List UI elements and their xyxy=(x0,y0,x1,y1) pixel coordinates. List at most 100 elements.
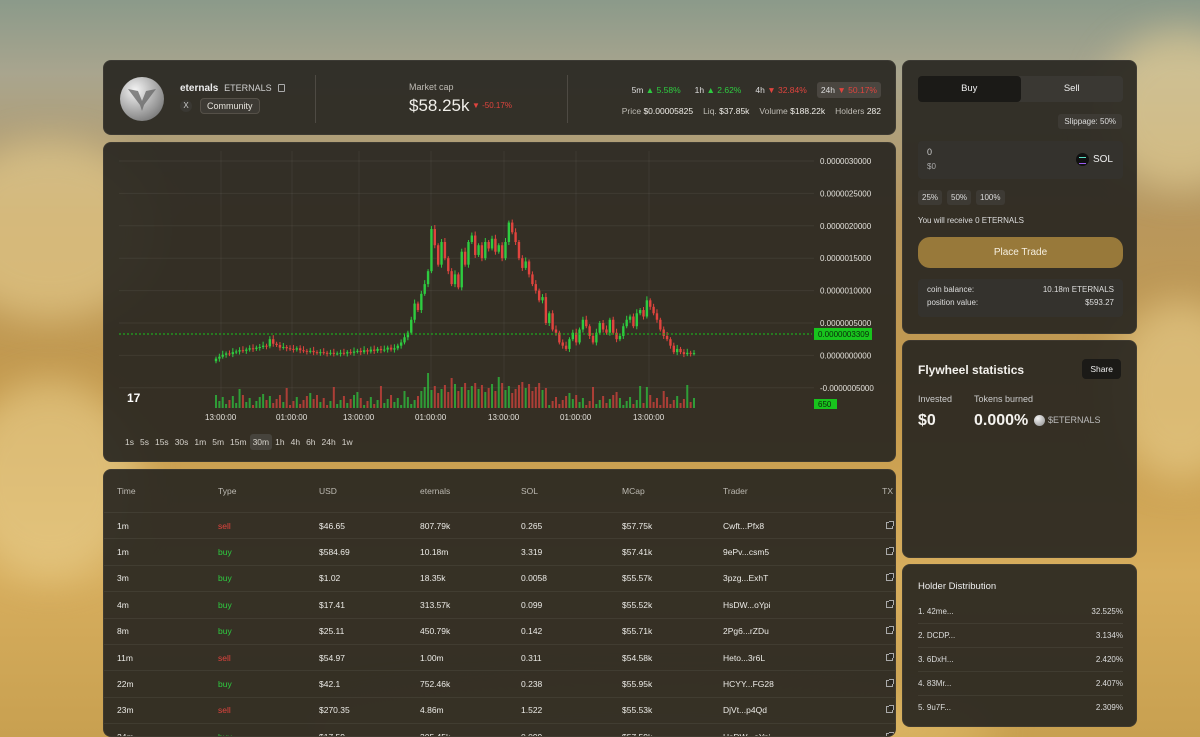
slippage-button[interactable]: Slippage: 50% xyxy=(1058,114,1122,129)
holder-row[interactable]: 1. 42me... 32.525% xyxy=(918,607,1123,616)
copy-icon[interactable] xyxy=(278,84,286,93)
timeframe-1h[interactable]: 1h xyxy=(272,434,287,450)
candle xyxy=(568,339,571,349)
table-row[interactable]: 11m sell $54.97 1.00m 0.311 $54.58k Heto...3r6… xyxy=(104,643,895,670)
candle xyxy=(655,313,659,320)
holder-row[interactable]: 2. DCDP... 3.134% xyxy=(918,631,1123,640)
timeframe-5m[interactable]: 5m xyxy=(209,434,227,450)
volume-bar xyxy=(289,405,292,408)
pct-25-button[interactable]: 25% xyxy=(918,190,943,205)
table-row[interactable]: 8m buy $25.11 450.79k 0.142 $55.71k 2Pg6...rZD… xyxy=(104,617,895,644)
timeframe-1s[interactable]: 1s xyxy=(122,434,137,450)
stat-24h[interactable]: 24h ▼ 50.17% xyxy=(816,82,881,98)
tradingview-logo[interactable]: 17 xyxy=(127,391,140,405)
amount-value[interactable]: 0 xyxy=(927,147,932,157)
volume-bar xyxy=(511,393,514,408)
stat-4h[interactable]: 4h ▼ 32.84% xyxy=(751,82,810,98)
external-link-icon[interactable] xyxy=(873,679,894,689)
volume-bar xyxy=(386,399,389,408)
timeframe-15m[interactable]: 15m xyxy=(227,434,250,450)
pct-100-button[interactable]: 100% xyxy=(976,190,1005,205)
candle xyxy=(517,242,521,259)
external-link-icon[interactable] xyxy=(873,547,894,557)
col-trader[interactable]: Trader xyxy=(723,486,873,496)
table-row[interactable]: 1m buy $584.69 10.18m 3.319 $57.41k 9ePv...csm… xyxy=(104,538,895,564)
volume-info: Volume $188.22k xyxy=(759,106,826,116)
table-row[interactable]: 1m sell $46.65 807.79k 0.265 $57.75k Cwft...Pf… xyxy=(104,512,895,538)
timeframe-selector: 1s 5s 15s 30s 1m 5m 15m 30m 1h 4h 6h 24h 1w xyxy=(122,434,356,450)
trade-trader[interactable]: Cwft...Pfx8 xyxy=(723,521,873,531)
buy-tab[interactable]: Buy xyxy=(918,76,1021,102)
candle xyxy=(638,310,642,314)
trade-trader[interactable]: HsDW...oYpi xyxy=(723,732,873,736)
candlestick-chart[interactable]: 0.0000030000 0.0000025000 0.0000020000 0.00… xyxy=(104,143,897,463)
candle xyxy=(430,229,433,272)
timeframe-15s[interactable]: 15s xyxy=(152,434,172,450)
trade-trader[interactable]: 9ePv...csm5 xyxy=(723,547,873,557)
col-type[interactable]: Type xyxy=(218,486,319,496)
external-link-icon[interactable] xyxy=(873,520,894,531)
col-time[interactable]: Time xyxy=(117,486,218,496)
timeframe-24h[interactable]: 24h xyxy=(319,434,339,450)
external-link-icon[interactable] xyxy=(873,705,894,715)
timeframe-6h[interactable]: 6h xyxy=(303,434,318,450)
trade-trader[interactable]: 3pzg...ExhT xyxy=(723,573,873,583)
timeframe-5s[interactable]: 5s xyxy=(137,434,152,450)
holder-row[interactable]: 5. 9u7F... 2.309% xyxy=(918,703,1123,712)
trade-trader[interactable]: HCYY...FG28 xyxy=(723,679,873,689)
currency-selector[interactable]: SOL xyxy=(1075,153,1113,166)
timeframe-30m[interactable]: 30m xyxy=(249,434,273,450)
trade-mcap: $55.57k xyxy=(622,573,653,584)
volume-bar xyxy=(480,385,483,408)
col-sol[interactable]: SOL xyxy=(521,486,622,496)
trade-trader[interactable]: Heto...3r6L xyxy=(723,653,873,663)
timeframe-1w[interactable]: 1w xyxy=(339,434,356,450)
volume-bar xyxy=(225,404,228,408)
trade-trader[interactable]: 2Pg6...rZDu xyxy=(723,626,873,636)
timeframe-30s[interactable]: 30s xyxy=(172,434,192,450)
candle xyxy=(403,337,406,343)
holder-row[interactable]: 4. 83Mr... 2.407% xyxy=(918,679,1123,688)
x-social-icon[interactable]: X xyxy=(180,100,192,112)
sell-tab[interactable]: Sell xyxy=(1021,76,1124,102)
table-row[interactable]: 3m buy $1.02 18.35k 0.0058 $55.57k 3pzg...ExhT xyxy=(104,564,895,591)
trade-trader[interactable]: HsDW...oYpi xyxy=(723,600,873,610)
candle xyxy=(265,345,268,347)
candle xyxy=(335,353,339,355)
candle xyxy=(312,350,315,353)
volume-bar xyxy=(517,385,520,408)
volume-bar xyxy=(221,397,224,408)
token-ticker: ETERNALS xyxy=(224,83,272,93)
timeframe-1m[interactable]: 1m xyxy=(191,434,209,450)
table-row[interactable]: 23m sell $270.35 4.86m 1.522 $55.53k DjVt...p4… xyxy=(104,696,895,723)
external-link-icon[interactable] xyxy=(873,731,894,736)
external-link-icon[interactable] xyxy=(873,573,894,583)
external-link-icon[interactable] xyxy=(873,652,894,663)
amount-input[interactable]: 0 $0 SOL xyxy=(918,141,1123,179)
place-trade-button[interactable]: Place Trade xyxy=(918,237,1123,268)
stat-5m[interactable]: 5m ▲ 5.58% xyxy=(628,82,685,98)
stat-1h[interactable]: 1h ▲ 2.62% xyxy=(691,82,746,98)
external-link-icon[interactable] xyxy=(873,626,894,636)
table-row[interactable]: 24m buy $17.59 305.45k 0.099 $57.59k HsDW...oY… xyxy=(104,723,895,736)
volume-bar xyxy=(639,386,642,408)
holder-row[interactable]: 3. 6DxH... 2.420% xyxy=(918,655,1123,664)
candle xyxy=(612,319,615,333)
community-badge[interactable]: Community xyxy=(200,98,260,114)
trade-trader[interactable]: DjVt...p4Qd xyxy=(723,705,873,715)
external-link-icon[interactable] xyxy=(873,599,894,610)
col-usd[interactable]: USD xyxy=(319,486,420,496)
time-tick-label: 13:00:00 xyxy=(488,413,520,422)
share-button[interactable]: Share xyxy=(1082,359,1121,379)
timeframe-4h[interactable]: 4h xyxy=(288,434,303,450)
table-row[interactable]: 22m buy $42.1 752.46k 0.238 $55.95k HCYY...FG2… xyxy=(104,670,895,696)
candle xyxy=(319,352,322,354)
candle xyxy=(591,335,595,343)
col-token[interactable]: eternals xyxy=(420,486,521,496)
table-row[interactable]: 4m buy $17.41 313.57k 0.099 $55.52k HsDW...oYp… xyxy=(104,591,895,617)
volume-bar xyxy=(514,389,517,408)
holder-distribution-title: Holder Distribution xyxy=(918,581,997,592)
pct-50-button[interactable]: 50% xyxy=(947,190,972,205)
col-mcap[interactable]: MCap xyxy=(622,486,723,496)
trade-time: 4m xyxy=(117,599,129,610)
